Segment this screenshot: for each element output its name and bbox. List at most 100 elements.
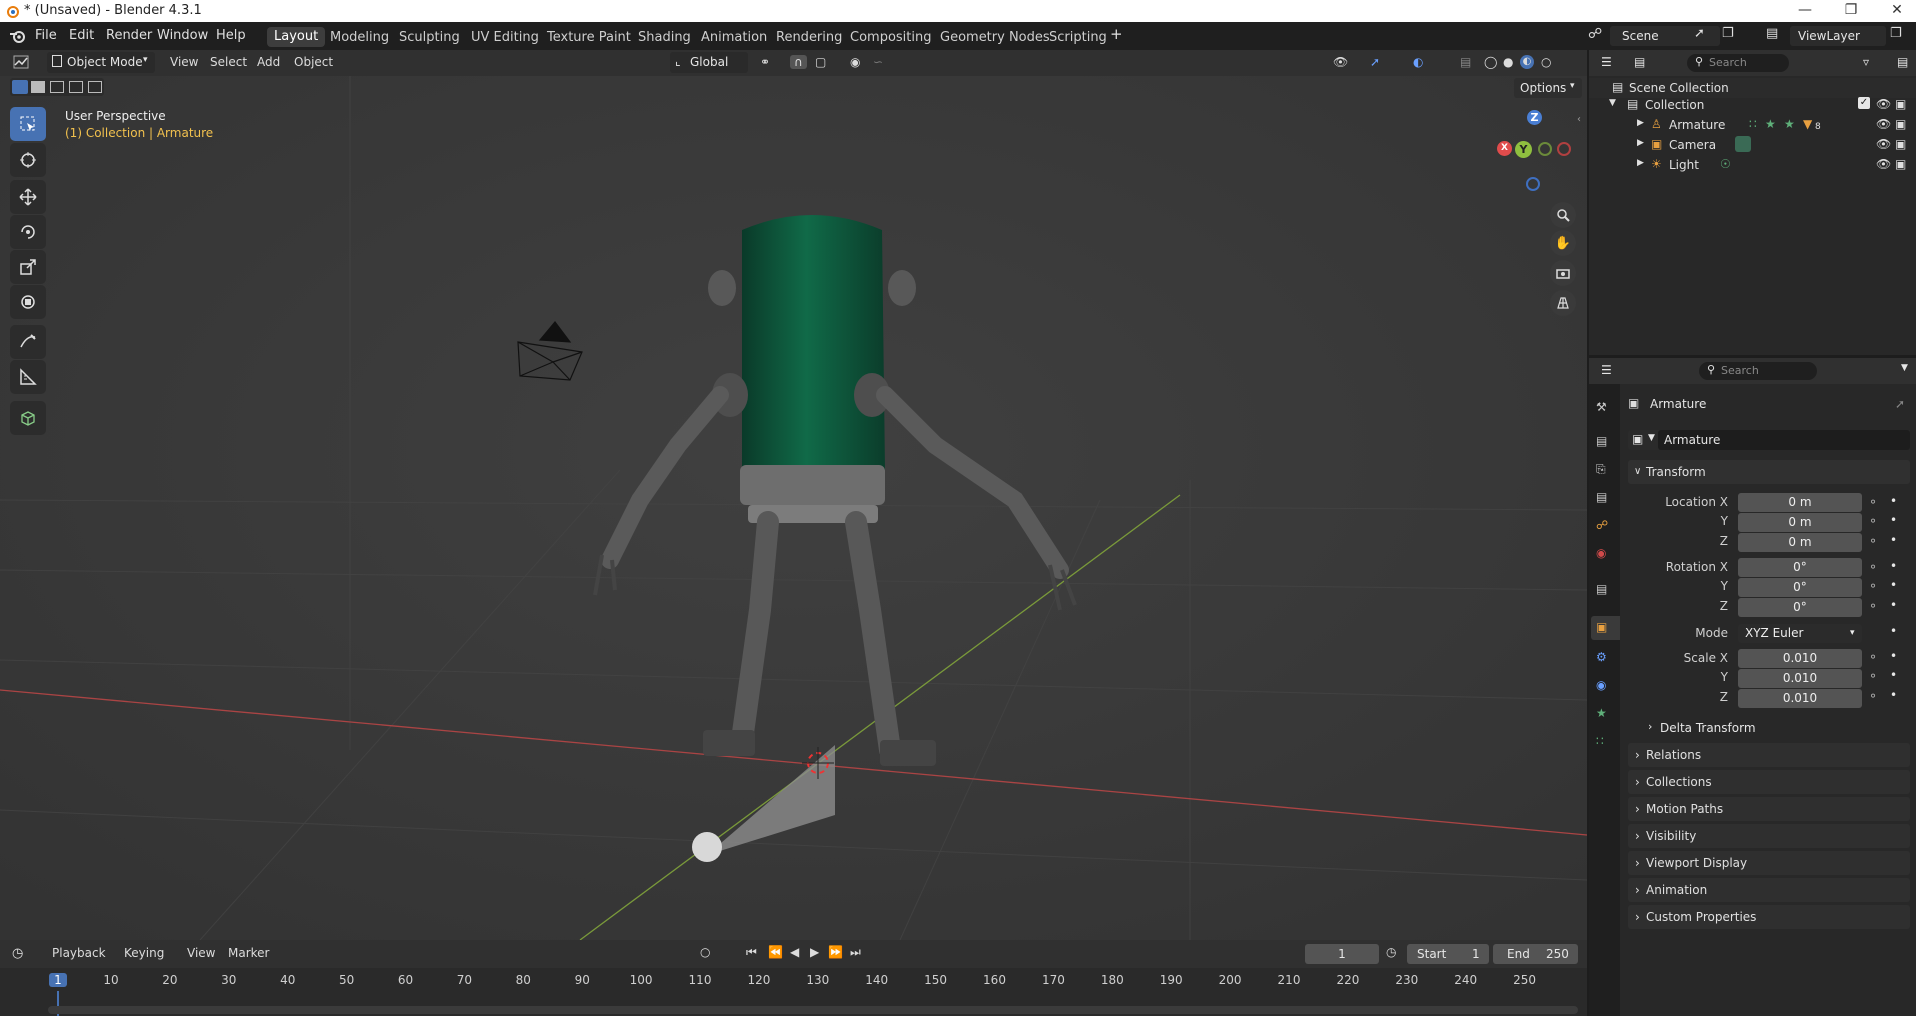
- panel-animation[interactable]: › Animation: [1628, 878, 1910, 902]
- pin-icon[interactable]: ➚: [1694, 26, 1705, 41]
- gizmo-x-axis[interactable]: X: [1497, 141, 1512, 156]
- jump-end-icon[interactable]: ⏭: [850, 945, 861, 960]
- keyframe-dot-icon[interactable]: •: [1890, 598, 1897, 612]
- physics-tab-icon[interactable]: ◉: [1596, 678, 1614, 696]
- lock-icon[interactable]: ⚬: [1868, 650, 1878, 664]
- location-y-field[interactable]: 0 m: [1738, 513, 1862, 532]
- tab-rendering[interactable]: Rendering: [769, 28, 849, 48]
- minimize-icon[interactable]: —: [1790, 2, 1820, 18]
- keyframe-dot-icon[interactable]: •: [1890, 533, 1897, 547]
- outliner-row-armature[interactable]: ▶ ♙ Armature ∷ ★ ★ ▼ 8 👁 ▣: [1589, 115, 1916, 135]
- add-cube-tool[interactable]: [10, 401, 46, 435]
- transform-panel-header[interactable]: ∨ Transform: [1628, 460, 1910, 484]
- pivot-icon[interactable]: ⚭: [760, 55, 770, 69]
- new-collection-icon[interactable]: ▤: [1897, 55, 1908, 69]
- keyframe-dot-icon[interactable]: •: [1890, 559, 1897, 573]
- outliner-row-light[interactable]: ▶ ☀ Light ☉ 👁 ▣: [1589, 155, 1916, 175]
- light-data-icon[interactable]: ☉: [1720, 157, 1731, 171]
- menu-timeline-view[interactable]: View: [187, 946, 215, 960]
- eye-icon[interactable]: 👁: [1876, 117, 1891, 131]
- tool-tab-icon[interactable]: ⚒: [1596, 400, 1614, 418]
- select-extend-icon[interactable]: [31, 81, 45, 93]
- current-frame-marker[interactable]: 1: [49, 973, 67, 987]
- material-preview-icon[interactable]: ◐: [1520, 55, 1534, 69]
- delta-transform-subpanel[interactable]: › Delta Transform: [1642, 718, 1902, 738]
- lock-icon[interactable]: ⚬: [1868, 495, 1878, 509]
- keyframe-dot-icon[interactable]: •: [1890, 578, 1897, 592]
- tab-uv-editing[interactable]: UV Editing: [464, 28, 546, 48]
- checkbox-icon[interactable]: ✓: [1858, 97, 1870, 109]
- gizmo-neg-x[interactable]: [1557, 142, 1571, 156]
- new-view-layer-icon[interactable]: ❐: [1890, 26, 1902, 41]
- options-button[interactable]: Options ▾: [1514, 78, 1582, 98]
- outliner-row-camera[interactable]: ▶ ▣ Camera 👁 ▣: [1589, 135, 1916, 155]
- scale-y-field[interactable]: 0.010: [1738, 669, 1862, 688]
- zoom-icon[interactable]: [1550, 202, 1576, 228]
- panel-collections[interactable]: › Collections: [1628, 770, 1910, 794]
- gizmo-neg-z[interactable]: [1526, 177, 1540, 191]
- outliner-row-collection[interactable]: ▼ ▤ Collection ✓ 👁 ▣: [1589, 95, 1916, 115]
- view-layer-tab-icon[interactable]: ▤: [1596, 490, 1614, 508]
- eye-icon[interactable]: 👁: [1876, 137, 1891, 151]
- tab-animation[interactable]: Animation: [694, 28, 774, 48]
- properties-editor-icon[interactable]: ☰: [1601, 363, 1612, 377]
- play-icon[interactable]: ▶: [810, 945, 819, 959]
- chevron-right-icon[interactable]: ▶: [1637, 158, 1644, 168]
- gizmo-y-axis[interactable]: Y: [1515, 141, 1532, 158]
- wireframe-shading-icon[interactable]: ◯: [1484, 55, 1497, 69]
- chevron-right-icon[interactable]: ▶: [1637, 118, 1644, 128]
- measure-tool[interactable]: [10, 360, 46, 394]
- perspective-toggle-icon[interactable]: [1550, 290, 1576, 316]
- location-z-field[interactable]: 0 m: [1738, 533, 1862, 552]
- panel-viewport-display[interactable]: › Viewport Display: [1628, 851, 1910, 875]
- current-frame-field[interactable]: 1: [1305, 944, 1379, 964]
- rotation-mode-dropdown[interactable]: XYZ Euler ▾: [1738, 624, 1862, 643]
- select-new-icon[interactable]: [12, 80, 28, 94]
- blender-menu-icon[interactable]: [9, 28, 27, 44]
- chevron-down-icon[interactable]: ▼: [1609, 98, 1616, 108]
- add-workspace-icon[interactable]: +: [1110, 25, 1123, 43]
- world-tab-icon[interactable]: ◉: [1596, 546, 1614, 564]
- keyframe-dot-icon[interactable]: •: [1890, 513, 1897, 527]
- 3d-viewport[interactable]: User Perspective (1) Collection | Armatu…: [0, 50, 1587, 940]
- view-layer-selector[interactable]: ViewLayer: [1790, 26, 1886, 46]
- new-scene-icon[interactable]: ❐: [1722, 26, 1734, 41]
- gizmo-toggle-icon[interactable]: ➚: [1370, 55, 1380, 69]
- camera-render-icon[interactable]: ▣: [1895, 97, 1906, 111]
- preview-range-icon[interactable]: ◷: [1386, 945, 1396, 959]
- lock-icon[interactable]: ⚬: [1868, 560, 1878, 574]
- object-name-input[interactable]: Armature: [1658, 430, 1910, 450]
- camera-render-icon[interactable]: ▣: [1895, 137, 1906, 151]
- menu-keying[interactable]: Keying: [124, 946, 164, 960]
- render-tab-icon[interactable]: ▤: [1596, 434, 1614, 452]
- lock-icon[interactable]: ⚬: [1868, 669, 1878, 683]
- pan-hand-icon[interactable]: ✋: [1550, 230, 1576, 256]
- close-icon[interactable]: ✕: [1882, 2, 1912, 18]
- chevron-down-icon[interactable]: ▼: [1901, 363, 1908, 373]
- outliner-editor-icon[interactable]: ☰: [1601, 55, 1612, 69]
- scene-tab-icon[interactable]: ☍: [1596, 518, 1614, 536]
- keyframe-dot-icon[interactable]: •: [1890, 624, 1897, 638]
- scale-x-field[interactable]: 0.010: [1738, 649, 1862, 668]
- lock-icon[interactable]: ⚬: [1868, 514, 1878, 528]
- gizmo-neg-y[interactable]: [1538, 142, 1552, 156]
- menu-marker[interactable]: Marker: [228, 946, 269, 960]
- mesh-icon[interactable]: ▼: [1803, 117, 1812, 131]
- display-mode-icon[interactable]: ▤: [1634, 55, 1645, 69]
- object-tab-icon[interactable]: ▣: [1596, 620, 1614, 638]
- filter-icon[interactable]: ▿: [1863, 55, 1869, 69]
- snap-target-icon[interactable]: ▢: [815, 55, 826, 69]
- tab-scripting[interactable]: Scripting: [1042, 28, 1114, 48]
- xray-icon[interactable]: ▤: [1460, 55, 1471, 69]
- cursor-tool[interactable]: [10, 143, 46, 177]
- rotation-y-field[interactable]: 0°: [1738, 578, 1862, 597]
- pose-icon[interactable]: ★: [1765, 117, 1776, 131]
- play-reverse-icon[interactable]: ◀: [790, 945, 799, 959]
- eye-icon[interactable]: 👁: [1876, 97, 1891, 111]
- menu-window[interactable]: Window: [157, 28, 208, 43]
- clock-icon[interactable]: ◷: [12, 946, 23, 961]
- menu-add[interactable]: Add: [257, 55, 280, 69]
- rotate-tool[interactable]: [10, 215, 46, 249]
- transform-tool[interactable]: [10, 285, 46, 319]
- lock-icon[interactable]: ⚬: [1868, 579, 1878, 593]
